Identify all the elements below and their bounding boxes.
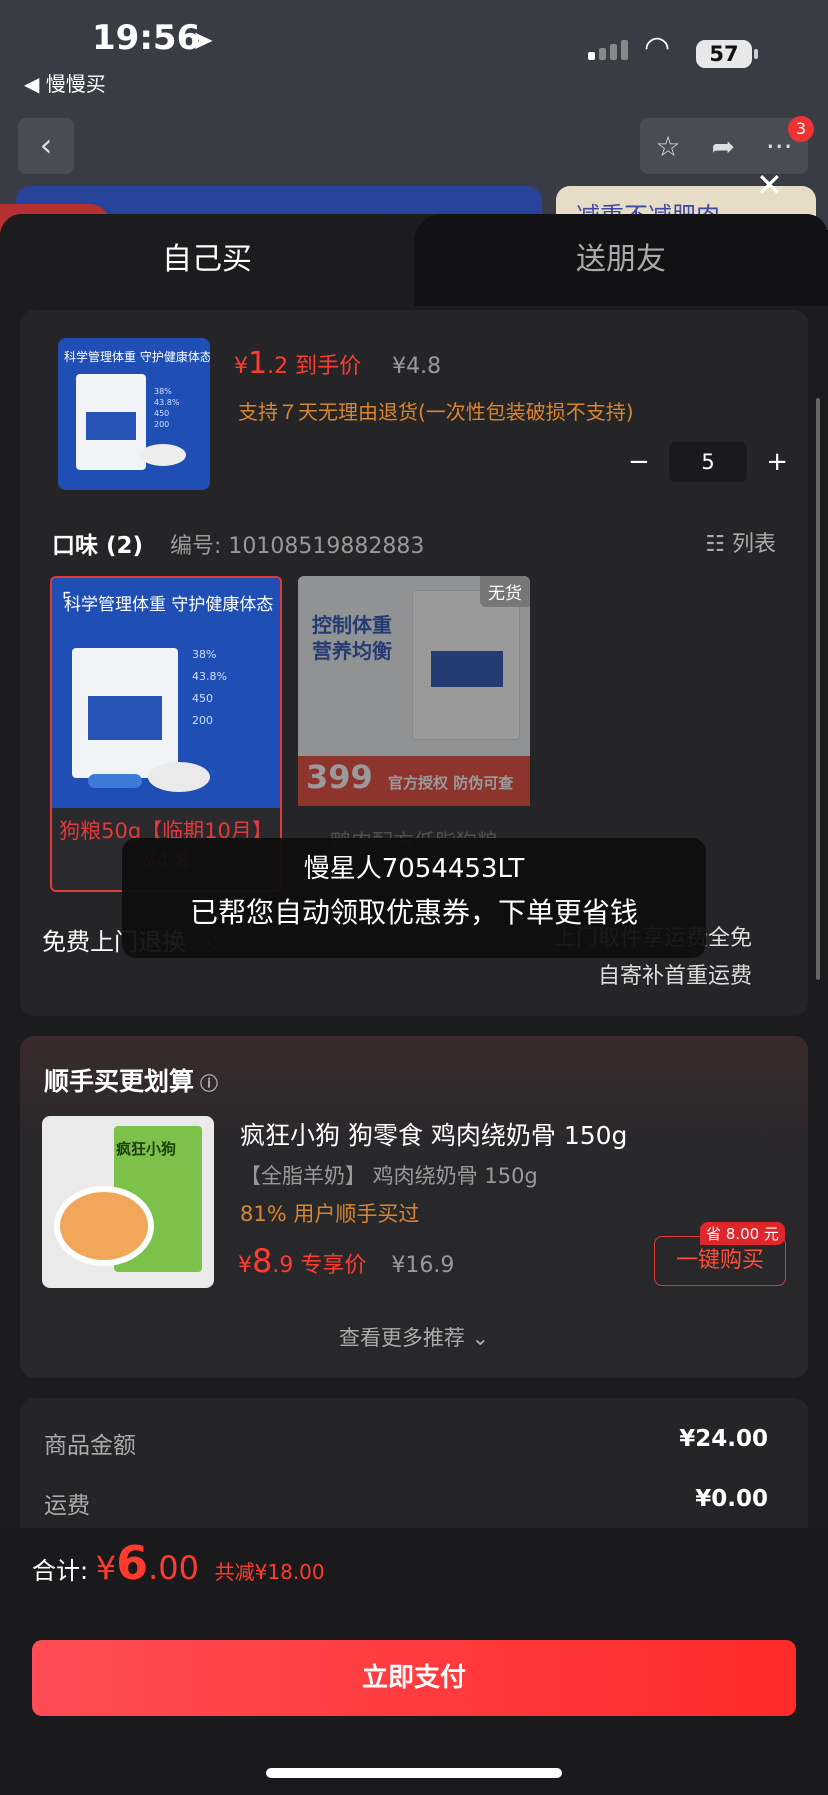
save-badge: 省 8.00 元: [700, 1222, 785, 1245]
tab-bar: 送朋友 自己买: [0, 214, 828, 306]
addon-brand-text: 疯狂小狗: [116, 1140, 177, 1158]
product-image-caption: 科学管理体重 守护健康体态: [64, 350, 210, 364]
status-time: 19:56: [92, 18, 201, 58]
info-icon[interactable]: ⓘ: [200, 1074, 218, 1095]
back-button[interactable]: ‹: [18, 118, 74, 174]
cellular-signal-icon: [588, 40, 628, 60]
summary-row-shipping: 运费 ¥0.00: [44, 1486, 768, 1519]
tab-self[interactable]: 自己买: [0, 214, 414, 306]
location-arrow-icon: ➤: [192, 26, 214, 56]
addon-price: ¥8.9 专享价 ¥16.9: [238, 1242, 455, 1280]
product-price: ¥1.2 到手价 ¥4.8: [234, 346, 442, 381]
more-recommendations-link[interactable]: 查看更多推荐 ⌄: [20, 1322, 808, 1352]
expand-icon[interactable]: ⌜: [62, 588, 71, 612]
battery-icon: 57: [696, 40, 758, 68]
flavor-option-1-image: 科学管理体重 守护健康体态 38% 43.8% 450 200: [52, 578, 280, 808]
back-to-app-link[interactable]: ◀ 慢慢买: [24, 68, 106, 97]
toast-user: 慢星人7054453LT: [303, 854, 525, 884]
addon-product-spec: 【全脂羊奶】 鸡肉绕奶骨 150g: [240, 1164, 538, 1188]
summary-row-goods: 商品金额 ¥24.00: [44, 1426, 768, 1459]
original-price: ¥4.8: [392, 354, 442, 379]
return-policy-note: 支持７天无理由退货(一次性包装破损不支持): [238, 400, 634, 424]
share-icon[interactable]: ➦: [711, 130, 734, 163]
close-icon[interactable]: ✕: [756, 166, 783, 204]
quantity-stepper: − 5 +: [628, 442, 788, 482]
addon-product-name[interactable]: 疯狂小狗 狗零食 鸡肉绕奶骨 150g: [240, 1116, 627, 1152]
pay-now-button[interactable]: 立即支付: [32, 1640, 796, 1716]
addon-original-price: ¥16.9: [391, 1253, 455, 1278]
tab-gift[interactable]: 送朋友: [414, 214, 828, 306]
status-bar: 19:56 ➤ ◀ 慢慢买 ◠ 57: [0, 0, 828, 100]
star-icon[interactable]: ☆: [655, 130, 680, 163]
price-label: 到手价: [295, 354, 362, 379]
scrollbar[interactable]: [816, 398, 820, 980]
addon-title: 顺手买更划算 ⓘ: [44, 1067, 219, 1096]
decrease-button[interactable]: −: [628, 447, 650, 477]
addon-social-proof: 81% 用户顺手买过: [240, 1202, 420, 1226]
quantity-value[interactable]: 5: [669, 442, 747, 482]
addon-card: 顺手买更划算 ⓘ 疯狂小狗 疯狂小狗 狗零食 鸡肉绕奶骨 150g 【全脂羊奶】 …: [20, 1036, 808, 1378]
flavor-label: 口味 (2): [52, 533, 144, 559]
addon-product-image[interactable]: 疯狂小狗: [42, 1116, 214, 1288]
sold-out-badge: 无货: [480, 576, 530, 607]
product-code: 编号: 10108519882883: [170, 534, 425, 559]
summary-card: 商品金额 ¥24.00 运费 ¥0.00: [20, 1398, 808, 1538]
increase-button[interactable]: +: [766, 447, 788, 477]
return-detail-2: 自寄补首重运费: [597, 964, 752, 989]
product-image: 科学管理体重 守护健康体态 38% 43.8% 450 200: [58, 338, 210, 490]
coupon-toast: 慢星人7054453LT 已帮您自动领取优惠券，下单更省钱: [122, 838, 706, 958]
home-indicator[interactable]: [266, 1768, 562, 1778]
list-view-toggle[interactable]: ☷ 列表: [705, 526, 776, 558]
total-discount: 共减¥18.00: [214, 1560, 325, 1584]
list-icon: ☷: [705, 532, 732, 557]
flavor-header: 口味 (2) 编号: 10108519882883 ☷ 列表: [52, 522, 792, 562]
toast-message: 已帮您自动领取优惠券，下单更省钱: [189, 896, 638, 929]
wifi-icon: ◠: [644, 30, 671, 65]
order-total: 合计: ¥6.00 共减¥18.00: [32, 1536, 325, 1590]
notification-badge: 3: [788, 116, 814, 142]
